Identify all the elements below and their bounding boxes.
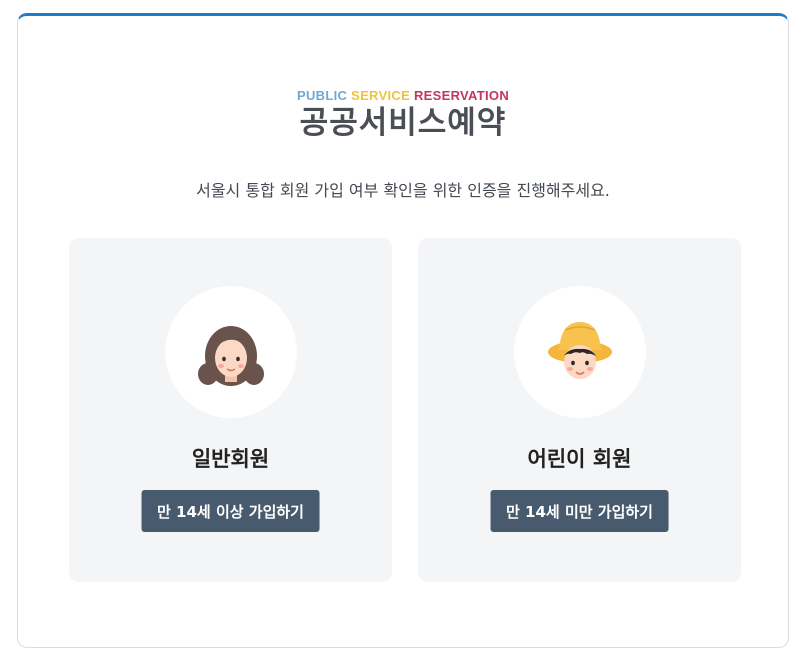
membership-panel: PUBLIC SERVICE RESERVATION 공공서비스예약 서울시 통…	[17, 13, 789, 648]
join-over-14-button[interactable]: 만 14세 이상 가입하기	[141, 490, 320, 532]
brand-word-service: SERVICE	[351, 88, 411, 103]
child-avatar	[514, 286, 646, 418]
brand-korean: 공공서비스예약	[299, 105, 507, 141]
page-subtitle: 서울시 통합 회원 가입 여부 확인을 위한 인증을 진행해주세요.	[196, 181, 610, 200]
child-avatar-icon	[548, 322, 612, 379]
child-member-card: 어린이 회원 만 14세 미만 가입하기	[418, 238, 741, 582]
general-avatar	[165, 286, 297, 418]
general-member-card: 일반회원 만 14세 이상 가입하기	[69, 238, 392, 582]
woman-avatar-icon	[198, 326, 264, 386]
brand-word-reservation: RESERVATION	[413, 88, 510, 103]
join-under-14-button[interactable]: 만 14세 미만 가입하기	[490, 490, 669, 532]
child-member-title: 어린이 회원	[527, 447, 632, 471]
general-member-title: 일반회원	[191, 447, 270, 471]
brand-word-public: PUBLIC	[296, 88, 348, 103]
brand-english: PUBLIC SERVICE RESERVATION	[18, 88, 788, 103]
brand-logo: PUBLIC SERVICE RESERVATION 공공서비스예약	[18, 88, 788, 143]
